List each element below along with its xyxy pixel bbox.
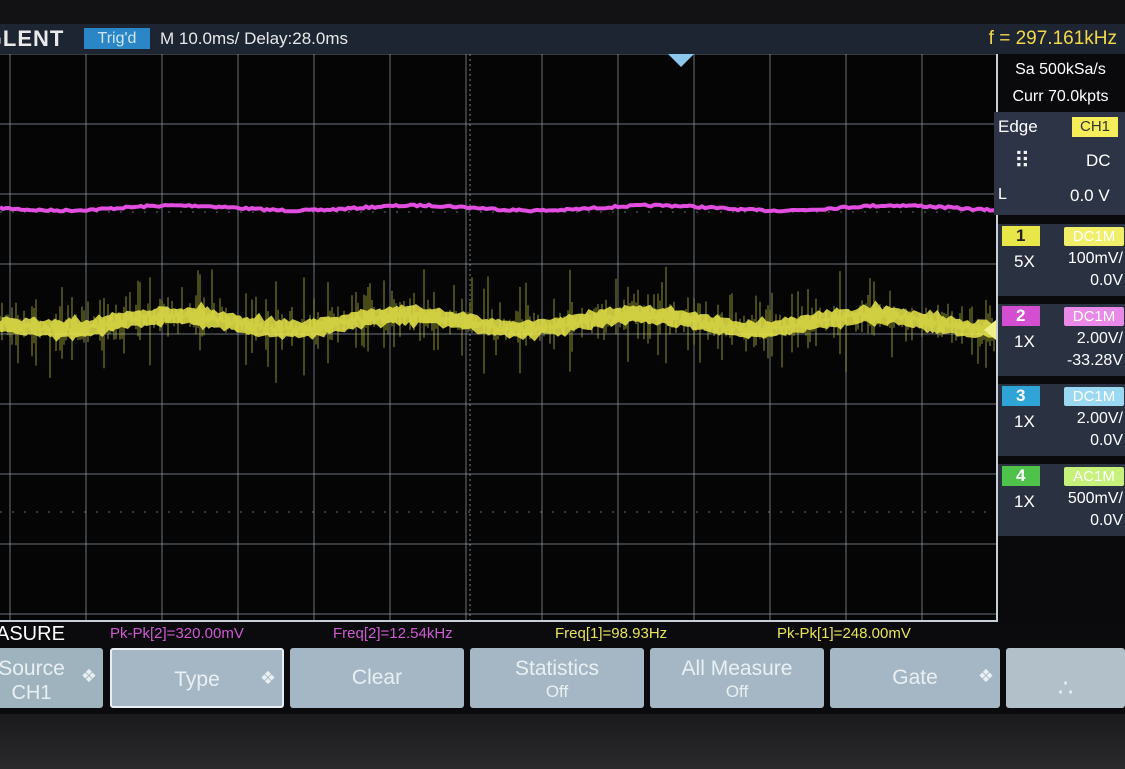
measurement-pkpk-ch1: Pk-Pk[1]=248.00mV — [777, 625, 911, 642]
trigger-level-label: L — [998, 186, 1007, 203]
channel-1-trace — [0, 300, 996, 342]
measure-menu-title: MEASURE — [0, 623, 65, 645]
trigger-type: Edge — [998, 117, 1038, 136]
measurement-freq-ch2: Freq[2]=12.54kHz — [333, 625, 453, 642]
channel-offset: -33.28V — [1066, 352, 1123, 369]
channel-offset: 0.0V — [1090, 272, 1123, 289]
softkey-label: Type — [174, 668, 220, 691]
softkey-arrow-icon: ❖ — [977, 666, 994, 686]
channel-number: 2 — [1002, 306, 1040, 326]
statistics-softkey[interactable]: Statistics Off — [470, 648, 644, 708]
trigger-status-badge: Trig'd — [84, 28, 150, 49]
channel-1-panel[interactable]: 1 DC1M 5X 100mV/ 0.0V — [998, 224, 1125, 296]
softkey-label: Statistics — [514, 657, 600, 680]
softkey-value: Off — [725, 682, 749, 701]
screen-bezel-bottom — [0, 714, 1125, 769]
channel-3-panel[interactable]: 3 DC1M 1X 2.00V/ 0.0V — [998, 384, 1125, 456]
channel-scale: 2.00V/ — [1076, 330, 1123, 347]
softkey-arrow-icon: ❖ — [80, 666, 97, 686]
channel-probe: 1X — [1014, 412, 1035, 431]
channel-probe: 1X — [1014, 332, 1035, 351]
source-softkey[interactable]: Source CH1 ❖ — [0, 648, 103, 708]
memory-depth-readout: Curr 70.0kpts — [1012, 88, 1109, 105]
channel-coupling: DC1M — [1064, 227, 1124, 246]
screen-bezel-top — [0, 0, 1125, 24]
channel-offset: 0.0V — [1090, 512, 1123, 529]
timebase-readout[interactable]: M 10.0ms/ Delay:28.0ms — [160, 27, 348, 51]
trigger-position-marker-icon[interactable] — [668, 54, 694, 67]
waveform-display[interactable] — [0, 54, 998, 622]
trigger-source-badge: CH1 — [1072, 117, 1118, 137]
channel-probe: 1X — [1014, 492, 1035, 511]
brand-logo: SIGLENT — [0, 26, 65, 51]
clear-softkey[interactable]: Clear — [290, 648, 464, 708]
menu-more-softkey[interactable]: ∴ — [1006, 648, 1125, 708]
softkey-label: Gate — [892, 666, 938, 689]
channel-2-panel[interactable]: 2 DC1M 1X 2.00V/ -33.28V — [998, 304, 1125, 376]
channel-scale: 2.00V/ — [1076, 410, 1123, 427]
channel-probe: 5X — [1014, 252, 1035, 271]
channel-coupling: AC1M — [1064, 467, 1124, 486]
softkey-value: Off — [545, 682, 569, 701]
trigger-level: 0.0 V — [1070, 186, 1110, 205]
all-measure-softkey[interactable]: All Measure Off — [650, 648, 824, 708]
channel-number: 3 — [1002, 386, 1040, 406]
channel-offset: 0.0V — [1090, 432, 1123, 449]
frequency-counter: f = 297.161kHz — [988, 28, 1117, 49]
sample-rate-readout: Sa 500kSa/s — [1015, 61, 1106, 78]
channel-number: 1 — [1002, 226, 1040, 246]
channel-coupling: DC1M — [1064, 307, 1124, 326]
type-softkey[interactable]: Type ❖ — [110, 648, 284, 708]
trigger-coupling: DC — [1086, 151, 1111, 170]
measurement-pkpk-ch2: Pk-Pk[2]=320.00mV — [110, 625, 244, 642]
rising-edge-icon: ⠿ — [1014, 148, 1031, 173]
more-icon: ∴ — [1057, 675, 1074, 702]
softkey-label: All Measure — [681, 657, 793, 680]
channel-scale: 100mV/ — [1067, 250, 1123, 267]
channel-4-panel[interactable]: 4 AC1M 1X 500mV/ 0.0V — [998, 464, 1125, 536]
softkey-label: Clear — [351, 666, 403, 689]
channel-number: 4 — [1002, 466, 1040, 486]
waveform-grid — [0, 54, 996, 620]
softkey-arrow-icon: ❖ — [259, 668, 276, 688]
gate-softkey[interactable]: Gate ❖ — [830, 648, 1000, 708]
channel-scale: 500mV/ — [1067, 490, 1123, 507]
measurement-freq-ch1: Freq[1]=98.93Hz — [555, 625, 668, 642]
channel-2-trace — [0, 202, 996, 214]
channel-coupling: DC1M — [1064, 387, 1124, 406]
